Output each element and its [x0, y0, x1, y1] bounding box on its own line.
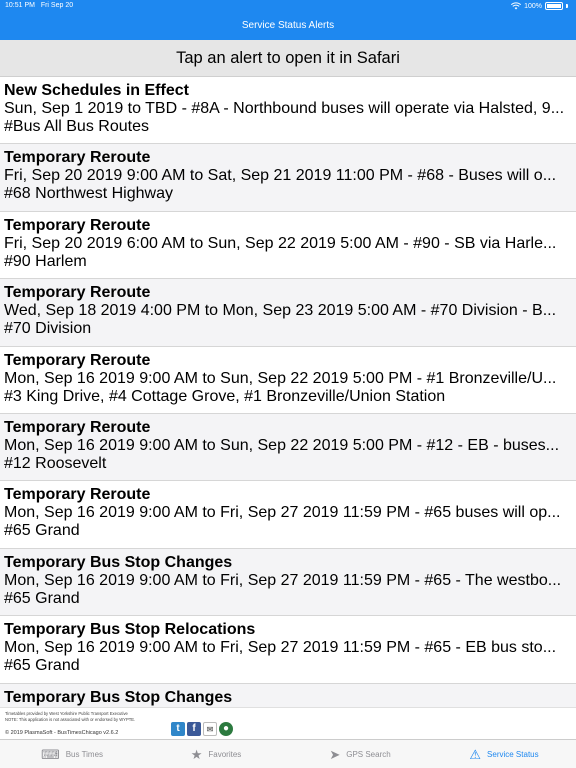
battery-nub — [566, 4, 568, 8]
alert-row[interactable]: Temporary Reroute Wed, Sep 18 2019 4:00 … — [0, 279, 576, 347]
alert-detail: Wed, Sep 18 2019 4:00 PM to Mon, Sep 23 … — [4, 302, 557, 320]
alert-title: Temporary Reroute — [4, 351, 151, 369]
alert-routes: #65 Grand — [4, 589, 80, 607]
alert-routes: #3 King Drive, #4 Cottage Grove, #1 Bron… — [4, 387, 446, 405]
status-right: 100% — [511, 2, 568, 10]
alert-routes: #65 Grand — [4, 657, 80, 675]
tab-label: Favorites — [208, 749, 242, 759]
alert-routes: #70 Division — [4, 320, 92, 338]
alert-detail: Mon, Sep 16 2019 9:00 AM to Fri, Sep 27 … — [4, 504, 561, 522]
status-bar: 10:51 PM Fri Sep 20 100% — [0, 2, 576, 12]
alert-row[interactable]: Temporary Reroute Fri, Sep 20 2019 9:00 … — [0, 144, 576, 212]
alert-row[interactable]: New Schedules in Effect Sun, Sep 1 2019 … — [0, 77, 576, 145]
alert-detail: Mon, Sep 16 2019 9:00 AM to Sun, Sep 22 … — [4, 369, 557, 387]
alert-row[interactable]: Temporary Reroute Mon, Sep 16 2019 9:00 … — [0, 346, 576, 414]
tab-favorites[interactable]: ★ Favorites — [144, 740, 288, 768]
alert-detail: Mon, Sep 16 2019 9:00 AM to Sun, Sep 22 … — [4, 436, 560, 454]
location-arrow-icon: ➤ — [329, 746, 341, 762]
footer-disclaimer: NOTE: This application is not associated… — [5, 717, 136, 722]
alert-detail: Fri, Sep 20 2019 9:00 AM to Sat, Sep 21 … — [4, 167, 557, 185]
star-icon: ★ — [190, 746, 203, 762]
tab-bus-times[interactable]: ⌨ Bus Times — [0, 740, 144, 768]
battery-percent: 100% — [524, 2, 542, 10]
alert-detail: Mon, Sep 16 2019 9:00 AM to Fri, Sep 27 … — [4, 571, 562, 589]
alert-title: Temporary Reroute — [4, 216, 151, 234]
alert-title: Temporary Bus Stop Relocations — [4, 621, 256, 639]
alerts-list[interactable]: New Schedules in Effect Sun, Sep 1 2019 … — [0, 77, 576, 707]
alert-row[interactable]: Temporary Bus Stop Changes Mon, Sep 16 2… — [0, 548, 576, 617]
tab-bar: ⌨ Bus Times ★ Favorites ➤ GPS Search ⚠ S… — [0, 739, 576, 768]
alert-detail: Sun, Sep 1 2019 to TBD - #8A - Northboun… — [4, 100, 565, 117]
alert-row[interactable]: Temporary Reroute Mon, Sep 16 2019 9:00 … — [0, 413, 576, 482]
status-date-text: Fri Sep 20 — [40, 2, 74, 9]
instruction-text: Tap an alert to open it in Safari — [176, 48, 400, 67]
alert-title: New Schedules in Effect — [4, 82, 189, 99]
keyboard-icon: ⌨ — [40, 746, 60, 762]
alert-title: Temporary Reroute — [4, 149, 151, 167]
nav-title: Service Status Alerts — [241, 20, 335, 31]
alert-routes: #Bus All Bus Routes — [4, 118, 149, 135]
battery-icon — [545, 2, 563, 10]
alert-title: Temporary Reroute — [4, 486, 151, 504]
twitter-icon[interactable]: t — [171, 722, 185, 736]
alert-title: Temporary Reroute — [4, 418, 151, 436]
alert-title: Temporary Reroute — [4, 284, 151, 302]
alert-routes: #12 Roosevelt — [4, 454, 107, 472]
tab-label: Service Status — [487, 749, 539, 759]
footer-timetable-credit: Timetables provided by West Yorkshire Pu… — [5, 711, 128, 716]
top-bar: 10:51 PM Fri Sep 20 100% Service Status … — [0, 0, 576, 40]
alert-row[interactable]: Temporary Bus Stop Relocations Mon, Sep … — [0, 616, 576, 684]
social-links: t f ✉ ● — [171, 722, 233, 736]
status-time: 10:51 PM Fri Sep 20 — [5, 2, 73, 9]
tab-label: GPS Search — [346, 749, 391, 759]
alert-routes: #90 Harlem — [4, 252, 87, 270]
wifi-icon — [511, 2, 522, 10]
tab-label: Bus Times — [65, 749, 104, 759]
alert-detail: Fri, Sep 20 2019 6:00 AM to Sun, Sep 22 … — [4, 234, 557, 252]
alert-routes: #68 Northwest Highway — [4, 185, 173, 203]
warning-icon: ⚠ — [469, 746, 482, 762]
mail-icon[interactable]: ✉ — [203, 722, 217, 736]
alert-row[interactable]: Temporary Reroute Fri, Sep 20 2019 6:00 … — [0, 211, 576, 280]
tab-service-status[interactable]: ⚠ Service Status — [432, 740, 576, 768]
instruction-banner: Tap an alert to open it in Safari — [0, 40, 576, 77]
globe-icon[interactable]: ● — [219, 722, 233, 736]
alert-row[interactable]: Temporary Bus Stop Changes — [0, 683, 576, 707]
status-time-text: 10:51 PM — [5, 2, 35, 9]
alert-title: Temporary Bus Stop Changes — [4, 688, 233, 706]
alert-routes: #65 Grand — [4, 522, 80, 540]
tab-gps-search[interactable]: ➤ GPS Search — [288, 740, 432, 768]
footer: Timetables provided by West Yorkshire Pu… — [0, 707, 576, 739]
alert-title: Temporary Bus Stop Changes — [4, 553, 233, 571]
facebook-icon[interactable]: f — [187, 722, 201, 736]
alert-detail: Mon, Sep 16 2019 9:00 AM to Fri, Sep 27 … — [4, 639, 557, 657]
footer-copyright: © 2019 PlasmaSoft - BusTimesChicago v2.6… — [5, 730, 119, 736]
alert-row[interactable]: Temporary Reroute Mon, Sep 16 2019 9:00 … — [0, 481, 576, 549]
